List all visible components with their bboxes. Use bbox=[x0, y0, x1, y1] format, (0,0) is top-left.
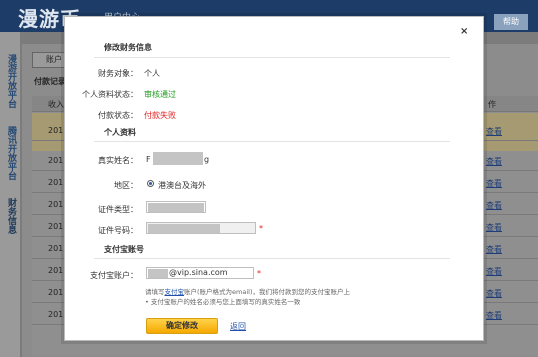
back-link[interactable]: 返回 bbox=[230, 321, 246, 332]
alipay-hint-line1: 请填写支付宝账户(账户格式为email)，我们将付款到您的支付宝账户上 bbox=[145, 288, 350, 296]
real-name-label: 真实姓名： bbox=[98, 156, 138, 165]
sidebar-item-finance-info[interactable]: 财务信息 bbox=[2, 198, 16, 234]
table-row-view-link[interactable]: 查看 bbox=[486, 178, 502, 189]
id-type-label: 证件类型： bbox=[98, 205, 138, 214]
confirm-edit-button[interactable]: 确定修改 bbox=[146, 318, 218, 334]
table-row-view-link[interactable]: 查看 bbox=[486, 288, 502, 299]
required-mark: * bbox=[259, 224, 263, 233]
real-name-suffix: g bbox=[204, 155, 210, 164]
finance-object-label: 财务对象： bbox=[98, 69, 138, 78]
id-number-redacted bbox=[148, 224, 220, 233]
id-type-redacted bbox=[148, 203, 204, 212]
id-number-label: 证件号码： bbox=[98, 226, 138, 235]
table-header-action: 作 bbox=[488, 100, 496, 109]
sidebar: 漫游开放平台 腾讯开放平台 财务信息 bbox=[0, 32, 20, 357]
alipay-section-title: 支付宝账号 bbox=[104, 245, 144, 254]
table-header-income: 收入 bbox=[48, 100, 64, 109]
table-row-view-link[interactable]: 查看 bbox=[486, 310, 502, 321]
region-radio[interactable] bbox=[147, 180, 154, 187]
alipay-account-redacted bbox=[148, 269, 168, 278]
sidebar-item-tencent-platform[interactable]: 腾讯开放平台 bbox=[2, 126, 16, 180]
table-row-view-link[interactable]: 查看 bbox=[486, 200, 502, 211]
table-row-date: 201 bbox=[48, 288, 64, 297]
close-icon[interactable]: × bbox=[460, 26, 468, 37]
finance-object-value: 个人 bbox=[144, 69, 160, 78]
profile-status-value: 审核通过 bbox=[144, 90, 176, 99]
table-row-view-link[interactable]: 查看 bbox=[486, 222, 502, 233]
table-row-date: 201 bbox=[48, 244, 64, 253]
table-row-date: 201 bbox=[48, 310, 64, 319]
help-button[interactable]: 帮助 bbox=[494, 14, 528, 30]
alipay-account-value: @vip.sina.com bbox=[169, 268, 228, 277]
payment-status-value: 付款失败 bbox=[144, 111, 176, 120]
real-name-redacted bbox=[153, 152, 203, 165]
divider bbox=[94, 141, 450, 142]
table-row-view-link[interactable]: 查看 bbox=[486, 156, 502, 167]
region-label: 地区： bbox=[114, 181, 138, 190]
table-row-view-link[interactable]: 查看 bbox=[486, 266, 502, 277]
table-row-view-link[interactable]: 查看 bbox=[486, 244, 502, 255]
real-name-prefix: F bbox=[146, 155, 151, 164]
alipay-hint-line2: • 支付宝账户的姓名必须与您上面填写的真实姓名一致 bbox=[145, 298, 301, 306]
required-mark: * bbox=[257, 269, 261, 278]
divider bbox=[94, 258, 450, 259]
profile-status-label: 个人资料状态： bbox=[82, 90, 138, 99]
divider bbox=[94, 57, 450, 58]
personal-info-title: 个人资料 bbox=[104, 128, 136, 137]
table-row-date: 201 bbox=[48, 126, 64, 135]
sidebar-item-manyou-platform[interactable]: 漫游开放平台 bbox=[2, 54, 16, 108]
payment-status-label: 付款状态： bbox=[98, 111, 138, 120]
alipay-link[interactable]: 支付宝 bbox=[165, 288, 185, 296]
table-row-view-link[interactable]: 查看 bbox=[486, 126, 502, 137]
region-option-label: 港澳台及海外 bbox=[158, 181, 206, 190]
dialog-title: 修改财务信息 bbox=[104, 43, 152, 52]
alipay-account-label: 支付宝账户： bbox=[90, 271, 138, 280]
